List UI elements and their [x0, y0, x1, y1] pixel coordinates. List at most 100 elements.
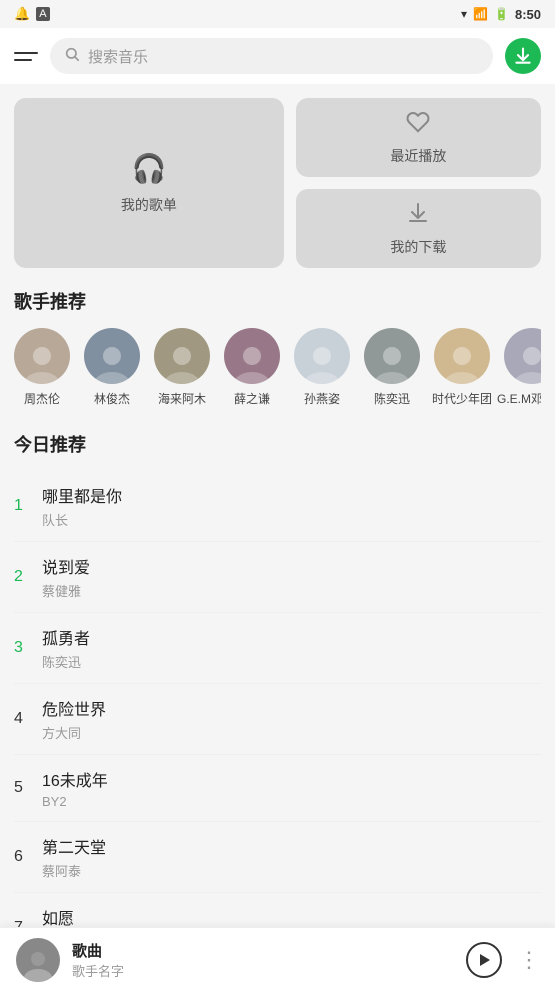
artist-avatar-6 — [434, 328, 490, 384]
wifi-icon: ▾ — [461, 7, 467, 21]
top-nav: 搜索音乐 — [0, 28, 555, 84]
song-info-4: 16未成年 BY2 — [42, 767, 541, 809]
song-number-2: 3 — [14, 639, 42, 657]
song-number-6: 7 — [14, 919, 42, 927]
artist-avatar-3 — [224, 328, 280, 384]
artist-item-4[interactable]: 孙燕姿 — [294, 328, 350, 407]
song-number-3: 4 — [14, 710, 42, 728]
song-number-1: 2 — [14, 568, 42, 586]
artist-item-5[interactable]: 陈奕迅 — [364, 328, 420, 407]
status-left: 🔔 A — [14, 6, 50, 22]
today-section-header: 今日推荐 — [14, 431, 541, 457]
notification-icon: 🔔 — [14, 6, 30, 22]
artist-avatar-1 — [84, 328, 140, 384]
menu-line-1 — [14, 52, 38, 54]
artist-name-1: 林俊杰 — [94, 390, 130, 407]
menu-button[interactable] — [14, 52, 38, 61]
song-info-5: 第二天堂 蔡阿泰 — [42, 834, 541, 880]
player-info: 歌曲 歌手名字 — [72, 940, 454, 980]
artist-avatar-0 — [14, 328, 70, 384]
song-item-3[interactable]: 4 危险世界 方大同 — [14, 684, 541, 755]
song-item-0[interactable]: 1 哪里都是你 队长 — [14, 471, 541, 542]
song-artist-3: 方大同 — [42, 723, 541, 742]
song-info-0: 哪里都是你 队长 — [42, 483, 541, 529]
song-item-4[interactable]: 5 16未成年 BY2 — [14, 755, 541, 822]
heart-icon — [406, 110, 430, 140]
player-avatar — [16, 938, 60, 982]
artist-item-1[interactable]: 林俊杰 — [84, 328, 140, 407]
song-title-3: 危险世界 — [42, 696, 541, 720]
artist-avatar-7 — [504, 328, 541, 384]
sim-icon: A — [36, 7, 49, 21]
artist-item-3[interactable]: 薛之谦 — [224, 328, 280, 407]
artist-name-3: 薛之谦 — [234, 390, 270, 407]
artists-section: 歌手推荐 周杰伦 林俊杰 — [14, 288, 541, 411]
artist-name-2: 海来阿木 — [158, 390, 206, 407]
song-number-5: 6 — [14, 848, 42, 866]
artist-name-7: G.E.M邓紫棋 — [497, 390, 541, 407]
artist-name-6: 时代少年团 — [432, 390, 492, 407]
recent-play-card[interactable]: 最近播放 — [296, 98, 541, 177]
download-button[interactable] — [505, 38, 541, 74]
song-info-6: 如愿 王菲 — [42, 905, 541, 927]
menu-line-2 — [14, 59, 32, 61]
song-title-1: 说到爱 — [42, 554, 541, 578]
artist-item-0[interactable]: 周杰伦 — [14, 328, 70, 407]
download-icon — [406, 201, 430, 231]
right-cards: 最近播放 我的下载 — [296, 98, 541, 268]
song-list: 1 哪里都是你 队长 2 说到爱 蔡健雅 3 孤勇者 陈奕迅 4 危险世界 方大… — [14, 471, 541, 927]
song-artist-2: 陈奕迅 — [42, 652, 541, 671]
song-artist-0: 队长 — [42, 510, 541, 529]
song-number-0: 1 — [14, 497, 42, 515]
artist-avatar-5 — [364, 328, 420, 384]
my-playlist-card[interactable]: 🎧 我的歌单 — [14, 98, 284, 268]
song-title-6: 如愿 — [42, 905, 541, 927]
song-number-4: 5 — [14, 779, 42, 797]
recent-play-label: 最近播放 — [390, 146, 446, 166]
play-button[interactable] — [466, 942, 502, 978]
song-artist-4: BY2 — [42, 794, 541, 809]
song-title-0: 哪里都是你 — [42, 483, 541, 507]
today-section: 今日推荐 1 哪里都是你 队长 2 说到爱 蔡健雅 3 孤勇者 陈奕迅 4 危险… — [14, 431, 541, 927]
time-display: 8:50 — [515, 7, 541, 22]
artist-name-0: 周杰伦 — [24, 390, 60, 407]
player-artist-name: 歌手名字 — [72, 961, 454, 980]
artist-name-4: 孙燕姿 — [304, 390, 340, 407]
status-bar: 🔔 A ▾ 📶 🔋 8:50 — [0, 0, 555, 28]
signal-icon: 📶 — [473, 7, 488, 21]
artist-item-7[interactable]: G.E.M邓紫棋 — [504, 328, 541, 407]
artist-section-header: 歌手推荐 — [14, 288, 541, 314]
search-placeholder: 搜索音乐 — [88, 46, 148, 67]
status-right: ▾ 📶 🔋 8:50 — [461, 7, 541, 22]
song-item-2[interactable]: 3 孤勇者 陈奕迅 — [14, 613, 541, 684]
artist-avatar-2 — [154, 328, 210, 384]
my-playlist-label: 我的歌单 — [121, 195, 177, 215]
song-info-2: 孤勇者 陈奕迅 — [42, 625, 541, 671]
song-item-1[interactable]: 2 说到爱 蔡健雅 — [14, 542, 541, 613]
main-content: 🎧 我的歌单 最近播放 我的下载 — [0, 84, 555, 927]
song-title-5: 第二天堂 — [42, 834, 541, 858]
song-info-3: 危险世界 方大同 — [42, 696, 541, 742]
headphone-icon: 🎧 — [131, 152, 166, 185]
song-title-4: 16未成年 — [42, 767, 541, 791]
top-cards: 🎧 我的歌单 最近播放 我的下载 — [14, 98, 541, 268]
more-button[interactable]: ⋮ — [518, 947, 539, 973]
song-artist-5: 蔡阿泰 — [42, 861, 541, 880]
my-download-card[interactable]: 我的下载 — [296, 189, 541, 268]
song-item-6[interactable]: 7 如愿 王菲 — [14, 893, 541, 927]
player-song-title: 歌曲 — [72, 940, 454, 961]
song-title-2: 孤勇者 — [42, 625, 541, 649]
song-artist-1: 蔡健雅 — [42, 581, 541, 600]
artist-name-5: 陈奕迅 — [374, 390, 410, 407]
artist-item-2[interactable]: 海来阿木 — [154, 328, 210, 407]
song-item-5[interactable]: 6 第二天堂 蔡阿泰 — [14, 822, 541, 893]
bottom-player: 歌曲 歌手名字 ⋮ — [0, 927, 555, 991]
battery-icon: 🔋 — [494, 7, 509, 21]
search-icon — [64, 46, 80, 67]
my-download-label: 我的下载 — [390, 237, 446, 257]
player-controls: ⋮ — [466, 942, 539, 978]
artist-item-6[interactable]: 时代少年团 — [434, 328, 490, 407]
artists-scroll: 周杰伦 林俊杰 海来阿木 — [14, 328, 541, 411]
search-bar[interactable]: 搜索音乐 — [50, 38, 493, 74]
song-info-1: 说到爱 蔡健雅 — [42, 554, 541, 600]
